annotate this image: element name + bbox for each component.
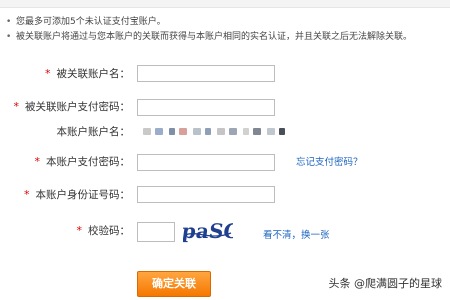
own-pay-password-input[interactable]: [137, 154, 275, 171]
top-strip: [0, 0, 450, 8]
masked-char-block: [143, 128, 151, 135]
masked-char-block: [169, 128, 175, 135]
notice-line-2: • 被关联账户将通过与您本账户的关联而获得与本账户相同的实名认证，并且关联之后无法…: [6, 32, 413, 42]
masked-char-block: [179, 128, 187, 135]
own-id-label: * 本账户身份证号码：: [24, 188, 130, 201]
own-pay-password-row: * 本账户支付密码：: [0, 150, 450, 174]
linked-account-input[interactable]: [137, 65, 275, 82]
captcha-refresh-link[interactable]: 看不清，换一张: [263, 227, 330, 241]
masked-char-block: [253, 128, 261, 135]
masked-char-block: [229, 128, 237, 135]
own-account-label: 本账户账户名：: [56, 126, 131, 138]
masked-account-name: [143, 128, 313, 136]
own-pay-password-label: * 本账户支付密码：: [34, 155, 131, 168]
linked-pay-password-input[interactable]: [137, 99, 275, 116]
masked-char-block: [155, 128, 163, 135]
captcha-input[interactable]: [137, 222, 175, 242]
linked-account-row: * 被关联账户名：: [0, 62, 450, 86]
linked-pay-password-label: * 被关联账户支付密码：: [13, 100, 131, 113]
masked-char-block: [267, 128, 275, 135]
own-id-input[interactable]: [137, 186, 275, 203]
own-id-row: * 本账户身份证号码：: [0, 183, 450, 207]
forgot-password-link[interactable]: 忘记支付密码？: [296, 154, 363, 168]
captcha-label: * 校验码：: [76, 224, 131, 237]
notice-box: • 您最多可添加5个未认证支付宝账户。 • 被关联账户将通过与您本账户的关联而获得与…: [0, 8, 450, 50]
watermark: 头条 @爬满圆子的星球: [328, 277, 443, 290]
masked-char-block: [205, 128, 211, 135]
notice-line-1: • 您最多可添加5个未认证支付宝账户。: [6, 17, 166, 27]
captcha-text: paSC: [183, 219, 233, 243]
confirm-link-button[interactable]: 确定关联: [137, 271, 211, 297]
linked-pay-password-row: * 被关联账户支付密码：: [0, 95, 450, 119]
masked-char-block: [243, 128, 249, 135]
masked-char-block: [193, 128, 201, 135]
captcha-image[interactable]: paSC: [183, 218, 233, 244]
masked-char-block: [217, 128, 225, 135]
linked-account-label: * 被关联账户名：: [45, 67, 130, 80]
masked-char-block: [279, 128, 285, 135]
